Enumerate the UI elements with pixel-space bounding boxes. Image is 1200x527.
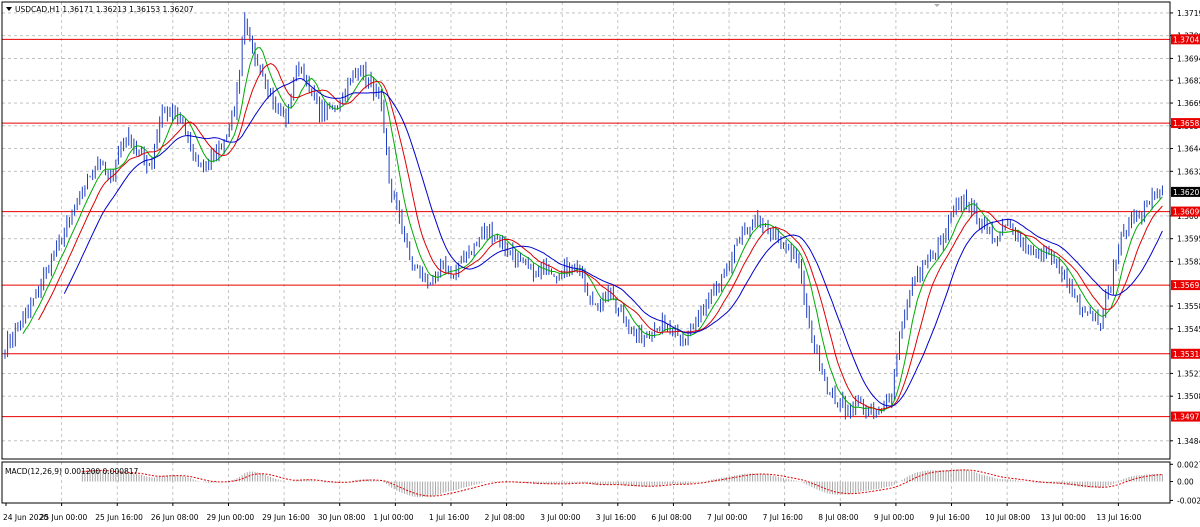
price-tick-label: 1.35580 [1177,302,1200,311]
time-tick-label: 13 Jul 16:00 [1096,513,1141,522]
chart-title: USDCAD,H1 1.36171 1.36213 1.36153 1.3620… [15,5,194,14]
price-tick-label: 1.35455 [1177,325,1200,334]
level-tag-label: 1.35318 [1173,350,1200,359]
time-tick-label: 3 Jul 00:00 [540,513,580,522]
price-tick-label: 1.35210 [1177,369,1200,378]
time-tick-label: 29 Jun 16:00 [262,513,310,522]
time-tick-label: 8 Jul 08:00 [818,513,858,522]
time-tick-label: 30 Jun 08:00 [318,513,366,522]
macd-title: MACD(12,26,9) 0.001200 0.000817 [5,467,139,476]
price-tick-label: 1.35085 [1177,392,1200,401]
price-tick-label: 1.36695 [1177,99,1200,108]
time-tick-label: 9 Jul 00:00 [874,513,914,522]
level-tag-label: 1.36099 [1173,208,1200,217]
usdcad-chart[interactable]: 1.371901.370651.369401.368201.366951.365… [0,0,1200,527]
level-tag-label: 1.37045 [1173,35,1200,44]
price-tick-label: 1.34840 [1177,437,1200,446]
time-tick-label: 25 Jun 16:00 [95,513,143,522]
price-tick-label: 1.35825 [1177,257,1200,266]
time-tick-label: 10 Jul 08:00 [985,513,1030,522]
time-tick-label: 7 Jul 16:00 [763,513,803,522]
level-tag-label: 1.35695 [1173,281,1200,290]
price-tick-label: 1.35950 [1177,235,1200,244]
level-tag-label: 1.36585 [1173,119,1200,128]
time-tick-label: 2 Jul 08:00 [485,513,525,522]
time-tick-label: 6 Jul 08:00 [651,513,691,522]
level-tag-label: 1.34973 [1173,413,1200,422]
price-tick-label: 1.36320 [1177,167,1200,176]
macd-tick-label: 0.002736 [1177,460,1200,469]
time-tick-label: 29 Jun 00:00 [206,513,254,522]
time-tick-label: 3 Jul 16:00 [596,513,636,522]
price-tick-label: 1.36820 [1177,76,1200,85]
macd-tick-label: 0.00 [1177,478,1194,487]
time-tick-label: 1 Jul 16:00 [429,513,469,522]
time-tick-label: 1 Jul 00:00 [373,513,413,522]
time-tick-label: 13 Jul 00:00 [1041,513,1086,522]
current-price-label: 1.36207 [1173,188,1200,197]
time-tick-label: 9 Jul 16:00 [930,513,970,522]
time-tick-label: 25 Jun 00:00 [40,513,88,522]
macd-tick-label: -0.00299 [1177,496,1200,505]
chart-background [0,0,1200,527]
price-tick-label: 1.36940 [1177,54,1200,63]
time-tick-label: 7 Jul 00:00 [707,513,747,522]
time-tick-label: 26 Jun 08:00 [151,513,199,522]
price-tick-label: 1.37190 [1177,9,1200,18]
price-tick-label: 1.36445 [1177,145,1200,154]
